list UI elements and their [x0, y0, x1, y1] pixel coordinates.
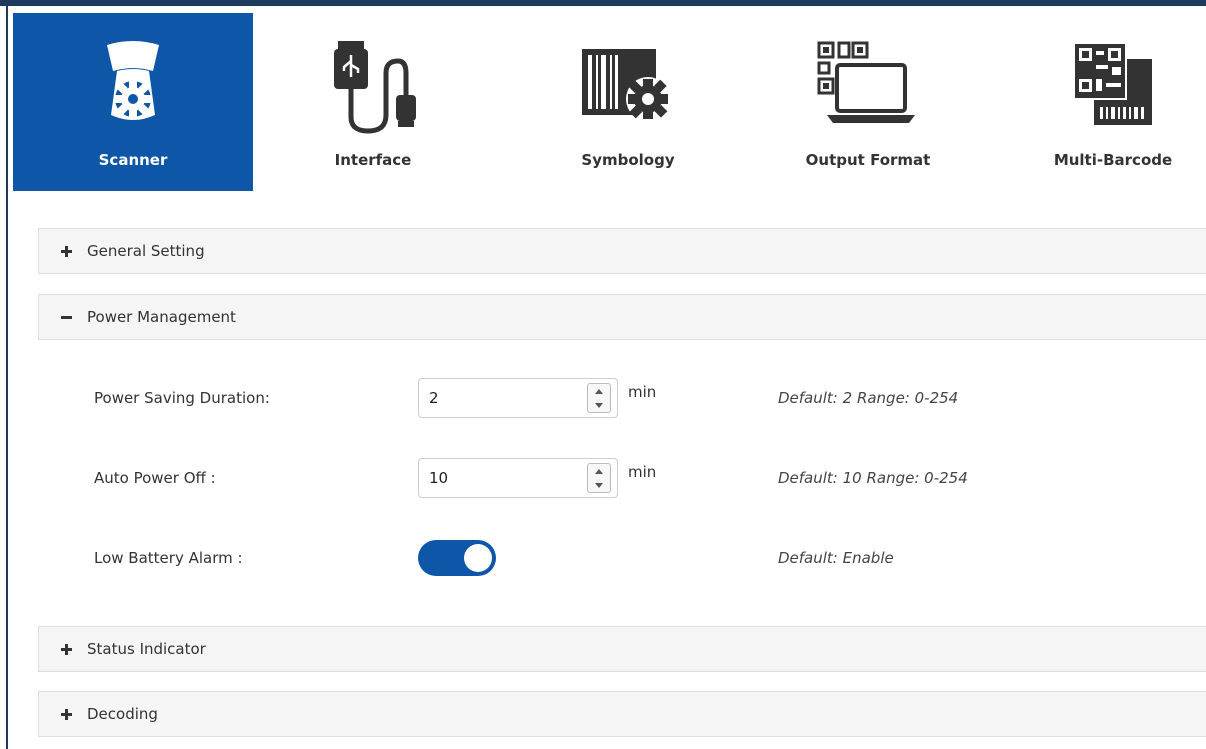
panel-power-management[interactable]: Power Management [38, 294, 1206, 340]
usb-cable-icon [328, 37, 418, 137]
minus-icon [59, 312, 73, 323]
default-hint: Default: 2 Range: 0-254 [778, 389, 959, 407]
field-label: Low Battery Alarm : [94, 549, 243, 567]
plus-icon [59, 708, 73, 720]
spin-down-icon[interactable] [595, 482, 603, 488]
field-label: Power Saving Duration: [94, 389, 270, 407]
tab-multi-barcode[interactable]: Multi-Barcode [1023, 13, 1203, 191]
field-control: 10 min [418, 458, 656, 498]
unit-label: min [628, 383, 657, 401]
toggle-knob [464, 544, 492, 572]
tab-label: Scanner [98, 151, 168, 169]
low-battery-alarm-row: Low Battery Alarm : Default: Enable [38, 538, 1206, 578]
spin-up-icon[interactable] [595, 388, 603, 394]
tab-label: Output Format [805, 151, 931, 169]
power-saving-duration-row: Power Saving Duration: 2 min Default: 2 … [38, 378, 1206, 418]
multi-barcode-icon [1068, 37, 1158, 137]
laptop-qr-icon [813, 37, 923, 137]
plus-icon [59, 245, 73, 257]
scanner-gear-icon [93, 37, 173, 137]
power-management-body: Power Saving Duration: 2 min Default: 2 … [38, 346, 1206, 626]
field-control [418, 540, 496, 576]
tab-label: Symbology [581, 151, 675, 169]
field-label: Auto Power Off : [94, 469, 216, 487]
panel-title: Status Indicator [87, 640, 206, 658]
panel-general-setting[interactable]: General Setting [38, 228, 1206, 274]
input-value: 2 [429, 389, 439, 407]
panel-title: Decoding [87, 705, 158, 723]
input-value: 10 [429, 469, 449, 487]
tab-scanner[interactable]: Scanner [13, 13, 253, 191]
category-tabs: Scanner Interface Symbology Output Forma… [13, 13, 1206, 191]
default-hint: Default: 10 Range: 0-254 [778, 469, 968, 487]
app-frame: Scanner Interface Symbology Output Forma… [6, 6, 1206, 749]
low-battery-alarm-toggle[interactable] [418, 540, 496, 576]
panel-status-indicator[interactable]: Status Indicator [38, 626, 1206, 672]
auto-power-off-input[interactable]: 10 [418, 458, 618, 498]
tab-label: Multi-Barcode [1053, 151, 1173, 169]
tab-label: Interface [334, 151, 412, 169]
unit-label: min [628, 463, 657, 481]
spin-up-icon[interactable] [595, 468, 603, 474]
panel-title: Power Management [87, 308, 236, 326]
field-control: 2 min [418, 378, 656, 418]
barcode-gear-icon [578, 37, 678, 137]
default-hint: Default: Enable [778, 549, 894, 567]
power-saving-duration-input[interactable]: 2 [418, 378, 618, 418]
number-spinner[interactable] [587, 383, 611, 413]
spin-down-icon[interactable] [595, 402, 603, 408]
tab-symbology[interactable]: Symbology [523, 13, 733, 191]
number-spinner[interactable] [587, 463, 611, 493]
tab-output-format[interactable]: Output Format [768, 13, 968, 191]
auto-power-off-row: Auto Power Off : 10 min Default: 10 Rang… [38, 458, 1206, 498]
plus-icon [59, 643, 73, 655]
tab-interface[interactable]: Interface [278, 13, 468, 191]
panel-title: General Setting [87, 242, 205, 260]
panel-decoding[interactable]: Decoding [38, 691, 1206, 737]
